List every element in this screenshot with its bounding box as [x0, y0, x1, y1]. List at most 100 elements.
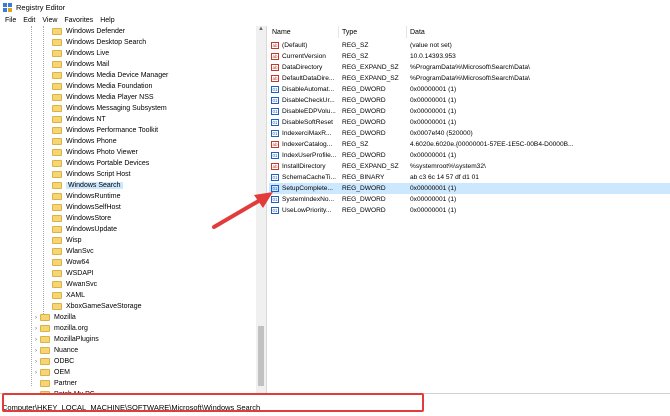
- value-row[interactable]: 01 IndexUserProfile... REG_DWORD 0x00000001…: [269, 150, 670, 161]
- value-type: REG_DWORD: [342, 185, 386, 192]
- expand-chevron-icon[interactable]: ›: [32, 348, 40, 354]
- tree-item[interactable]: Windows Photo Viewer: [44, 147, 138, 158]
- tree-item[interactable]: WlanSvc: [44, 246, 94, 257]
- folder-icon: [40, 347, 50, 354]
- tree-item[interactable]: WindowsRuntime: [44, 191, 120, 202]
- registry-tree[interactable]: Windows Defender Windows Desktop Search Wi…: [0, 26, 267, 393]
- value-row[interactable]: ab (Default) REG_SZ (value not set): [269, 40, 670, 51]
- tree-item-label: Windows Live: [66, 50, 110, 57]
- value-row[interactable]: ab DefaultDataDire... REG_EXPAND_SZ %Progra…: [269, 73, 670, 84]
- tree-item[interactable]: Wisp: [44, 235, 82, 246]
- value-row[interactable]: ab InstallDirectory REG_EXPAND_SZ %systemro…: [269, 161, 670, 172]
- value-row[interactable]: ab IndexerCatalog... REG_SZ 4.6020e.6020e.{…: [269, 139, 670, 150]
- expand-chevron-icon[interactable]: ›: [32, 370, 40, 376]
- tree-item[interactable]: › mozilla.org: [32, 323, 88, 334]
- folder-icon: [52, 281, 62, 288]
- expand-chevron-icon[interactable]: ›: [32, 315, 40, 321]
- column-header-type[interactable]: Type: [339, 26, 407, 38]
- expand-chevron-icon[interactable]: ›: [32, 359, 40, 365]
- tree-item[interactable]: Wow64: [44, 257, 89, 268]
- tree-item-label: Mozilla: [54, 314, 76, 321]
- folder-icon: [52, 72, 62, 79]
- menu-file[interactable]: File: [5, 17, 16, 24]
- value-type: REG_SZ: [342, 53, 369, 60]
- value-row[interactable]: 01 DisableEDPVolu... REG_DWORD 0x00000001 (…: [269, 106, 670, 117]
- tree-item-label: Windows NT: [66, 116, 106, 123]
- tree-item[interactable]: WindowsSelfHost: [44, 202, 121, 213]
- value-data: %ProgramData%\Microsoft\Search\Data\: [410, 64, 530, 71]
- value-row[interactable]: 01 SetupComplete... REG_DWORD 0x00000001 (1…: [269, 183, 670, 194]
- values-list[interactable]: Name Type Data ab (Default) REG_SZ (value n…: [269, 26, 670, 393]
- folder-icon: [52, 182, 62, 189]
- string-value-icon: ab: [271, 141, 279, 148]
- menu-view[interactable]: View: [42, 17, 57, 24]
- tree-item-label: Windows Script Host: [66, 171, 131, 178]
- value-name: DisableEDPVolu...: [282, 108, 336, 115]
- tree-item[interactable]: Windows Live: [44, 48, 109, 59]
- tree-item-label: ODBC: [54, 358, 75, 365]
- value-row[interactable]: 01 SchemaCacheTi... REG_BINARY ab c3 6c 14 …: [269, 172, 670, 183]
- tree-item[interactable]: XboxGameSaveStorage: [44, 301, 142, 312]
- folder-icon: [52, 204, 62, 211]
- expand-chevron-icon[interactable]: ›: [32, 326, 40, 332]
- folder-icon: [52, 39, 62, 46]
- value-row[interactable]: 01 DisableSoftReset REG_DWORD 0x00000001 (1…: [269, 117, 670, 128]
- tree-item-label: WlanSvc: [66, 248, 94, 255]
- tree-item[interactable]: Windows Media Player NSS: [44, 92, 154, 103]
- column-header-data[interactable]: Data: [407, 26, 670, 38]
- tree-item[interactable]: › OEM: [32, 367, 70, 378]
- value-data: 0x00000001 (1): [410, 119, 457, 126]
- value-row[interactable]: 01 DisableCheckUr... REG_DWORD 0x00000001 (…: [269, 95, 670, 106]
- binary-value-icon: 01: [271, 97, 279, 104]
- tree-item[interactable]: › MozillaPlugins: [32, 334, 99, 345]
- tree-item[interactable]: Partner: [32, 378, 77, 389]
- column-header-name[interactable]: Name: [269, 26, 339, 38]
- value-row[interactable]: 01 IndexerciMaxR... REG_DWORD 0x0007ef40 (5…: [269, 128, 670, 139]
- tree-item[interactable]: WSDAPI: [44, 268, 94, 279]
- tree-item[interactable]: WindowsStore: [44, 213, 111, 224]
- value-row[interactable]: 01 DisableAutomat... REG_DWORD 0x00000001 (…: [269, 84, 670, 95]
- binary-value-icon: 01: [271, 185, 279, 192]
- tree-item[interactable]: › Nuance: [32, 345, 78, 356]
- value-data: 4.6020e.6020e.{00000001-57EE-1E5C-00B4-D…: [410, 141, 574, 148]
- tree-item[interactable]: Windows Media Foundation: [44, 81, 152, 92]
- value-name: DataDirectory: [282, 64, 323, 71]
- tree-scrollbar[interactable]: ▲: [256, 26, 266, 393]
- tree-item[interactable]: Windows Phone: [44, 136, 117, 147]
- menu-favorites[interactable]: Favorites: [64, 17, 93, 24]
- registry-editor-icon: [3, 2, 12, 12]
- tree-item[interactable]: Windows Defender: [44, 26, 125, 37]
- tree-item[interactable]: XAML: [44, 290, 85, 301]
- value-row[interactable]: 01 UseLowPriority... REG_DWORD 0x00000001 (…: [269, 205, 670, 216]
- menu-edit[interactable]: Edit: [23, 17, 35, 24]
- tree-item[interactable]: Windows Search: [44, 180, 123, 191]
- value-name: SchemaCacheTi...: [282, 174, 336, 181]
- tree-item[interactable]: › Mozilla: [32, 312, 76, 323]
- value-data: 0x00000001 (1): [410, 207, 457, 214]
- tree-item[interactable]: Windows Mail: [44, 59, 109, 70]
- folder-icon: [52, 259, 62, 266]
- tree-item-label: Windows Defender: [66, 28, 126, 35]
- tree-item[interactable]: Windows Portable Devices: [44, 158, 149, 169]
- folder-icon: [52, 270, 62, 277]
- value-type: REG_DWORD: [342, 86, 386, 93]
- scroll-up-arrow-icon[interactable]: ▲: [256, 26, 266, 35]
- tree-item[interactable]: Windows Media Device Manager: [44, 70, 168, 81]
- tree-item[interactable]: Windows Messaging Subsystem: [44, 103, 167, 114]
- tree-item[interactable]: WindowsUpdate: [44, 224, 117, 235]
- value-row[interactable]: ab DataDirectory REG_EXPAND_SZ %ProgramData…: [269, 62, 670, 73]
- tree-item[interactable]: WwanSvc: [44, 279, 97, 290]
- menu-help[interactable]: Help: [100, 17, 114, 24]
- value-row[interactable]: ab CurrentVersion REG_SZ 10.0.14393.953: [269, 51, 670, 62]
- tree-item[interactable]: Windows NT: [44, 114, 106, 125]
- value-row[interactable]: 01 SystemIndexNo... REG_DWORD 0x00000001 (1…: [269, 194, 670, 205]
- tree-item[interactable]: › ODBC: [32, 356, 74, 367]
- tree-item[interactable]: Windows Desktop Search: [44, 37, 146, 48]
- annotation-highlight-box: [2, 393, 424, 412]
- tree-item[interactable]: Windows Script Host: [44, 169, 131, 180]
- scrollbar-thumb[interactable]: [258, 326, 264, 386]
- tree-item-label: Wow64: [66, 259, 90, 266]
- tree-item[interactable]: Windows Performance Toolkit: [44, 125, 158, 136]
- folder-icon: [52, 193, 62, 200]
- expand-chevron-icon[interactable]: ›: [32, 337, 40, 343]
